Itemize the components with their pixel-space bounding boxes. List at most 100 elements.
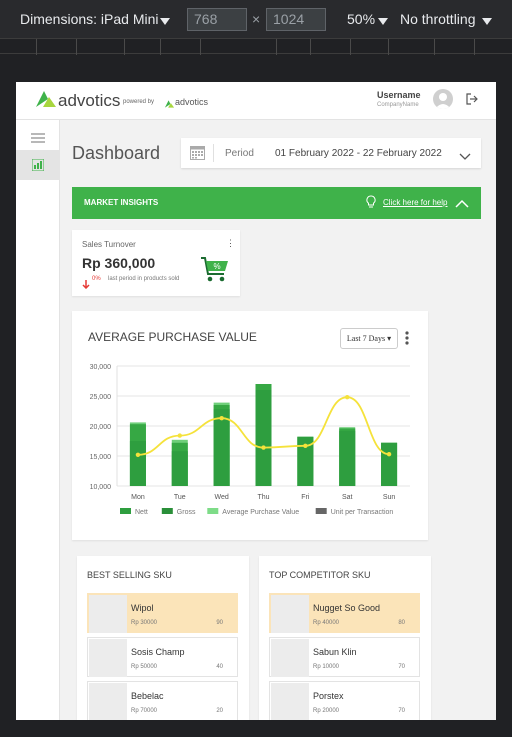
product-image	[89, 639, 127, 677]
x-tick-label: Fri	[301, 494, 310, 501]
calendar-icon	[190, 145, 205, 165]
kebab-menu-icon[interactable]: ⋮	[226, 238, 235, 249]
username: Username	[377, 90, 421, 100]
legend-label: Unit per Transaction	[331, 509, 394, 516]
sku-price: Rp 50000	[131, 664, 158, 670]
market-insights-title: MARKET INSIGHTS	[84, 198, 159, 207]
y-tick-label: 10,000	[90, 484, 112, 491]
chevron-down-icon[interactable]	[378, 13, 388, 29]
logout-icon[interactable]	[466, 92, 478, 110]
period-value: 01 February 2022 - 22 February 2022	[275, 148, 442, 159]
legend-label: Gross	[177, 509, 196, 516]
sku-row[interactable]: Bebelac Rp 70000 20	[87, 681, 238, 720]
company-name: CompanyName	[377, 102, 419, 108]
avatar[interactable]	[433, 89, 453, 109]
sku-row[interactable]: Nugget So Good Rp 40000 80	[269, 593, 420, 633]
sku-quantity: 70	[398, 664, 405, 670]
bar-nett	[171, 451, 188, 486]
height-input[interactable]: 1024	[266, 8, 326, 31]
sku-price: Rp 70000	[131, 708, 158, 714]
logo-text: advotics	[58, 91, 121, 110]
legend-swatch	[315, 508, 327, 514]
product-image	[89, 595, 127, 633]
legend-swatch	[207, 508, 219, 514]
bar-chart-icon	[32, 159, 44, 171]
sku-name: Wipol	[131, 603, 154, 613]
best-selling-title: BEST SELLING SKU	[87, 570, 172, 580]
product-image	[271, 595, 309, 633]
zoom-dropdown[interactable]: 50%	[347, 11, 375, 27]
device-viewport: advotics powered by advotics Username Co…	[16, 82, 496, 720]
chevron-up-icon[interactable]	[455, 196, 469, 214]
powered-by-name: advotics	[175, 97, 209, 107]
svg-text:%: %	[213, 262, 220, 271]
line-point	[261, 445, 266, 450]
sku-price: Rp 10000	[313, 664, 340, 670]
sku-row[interactable]: Porstex Rp 20000 70	[269, 681, 420, 720]
y-tick-label: 25,000	[90, 394, 112, 401]
shopping-cart-icon: %	[200, 256, 230, 289]
throttling-dropdown[interactable]: No throttling	[400, 11, 475, 27]
sku-row[interactable]: Sabun Klin Rp 10000 70	[269, 637, 420, 677]
powered-by-label: powered by	[123, 99, 155, 105]
bar-nett	[339, 430, 356, 486]
best-selling-sku-card: BEST SELLING SKU Wipol Rp 30000 90 Sosis Ch…	[77, 556, 249, 720]
product-image	[271, 683, 309, 720]
y-tick-label: 15,000	[90, 454, 112, 461]
sales-turnover-title: Sales Turnover	[82, 240, 136, 249]
advotics-logo-icon	[34, 89, 58, 114]
average-purchase-value-chart: 10,000 15,000 20,000 25,000 30,000 Mon Tue Wed T…	[90, 364, 410, 516]
sku-quantity: 40	[216, 664, 223, 670]
lightbulb-icon	[365, 195, 377, 214]
bar-nett	[129, 441, 146, 486]
help-link[interactable]: Click here for help	[383, 198, 447, 207]
x-tick-label: Wed	[215, 494, 229, 501]
sku-row[interactable]: Wipol Rp 30000 90	[87, 593, 238, 633]
line-point	[135, 452, 141, 457]
x-tick-label: Sat	[342, 494, 353, 501]
sku-quantity: 70	[398, 708, 405, 714]
y-tick-label: 30,000	[90, 364, 112, 371]
device-dimensions-dropdown[interactable]: Dimensions: iPad Mini	[20, 11, 159, 27]
chevron-down-icon[interactable]	[160, 13, 170, 29]
width-input[interactable]: 768	[187, 8, 247, 31]
product-image	[271, 639, 309, 677]
x-tick-label: Sun	[383, 494, 396, 501]
line-point	[177, 433, 182, 438]
market-insights-bar[interactable]: MARKET INSIGHTS Click here for help	[72, 187, 481, 219]
sku-row[interactable]: Sosis Champ Rp 50000 40	[87, 637, 238, 677]
sku-quantity: 20	[216, 708, 223, 714]
page-title: Dashboard	[72, 143, 161, 163]
kebab-menu-icon[interactable]	[405, 331, 409, 350]
sales-turnover-card: Sales Turnover ⋮ Rp 360,000 0% last peri…	[72, 230, 240, 296]
sku-name: Sabun Klin	[313, 647, 357, 657]
sku-price: Rp 40000	[313, 620, 340, 626]
arrow-down-icon	[82, 276, 90, 294]
x-tick-label: Mon	[131, 494, 145, 501]
legend-label: Nett	[135, 509, 148, 516]
range-select[interactable]: Last 7 Days ▾	[340, 328, 398, 349]
legend-label: Average Purchase Value	[222, 509, 299, 516]
line-point	[345, 395, 350, 400]
sku-quantity: 80	[398, 620, 405, 626]
device-toolbar: Dimensions: iPad Mini 768 × 1024 50% No …	[0, 0, 512, 38]
period-label: Period	[225, 148, 254, 159]
sidebar-item-dashboard[interactable]	[16, 150, 60, 180]
y-tick-label: 20,000	[90, 424, 112, 431]
times-sign: ×	[252, 11, 261, 27]
average-purchase-value-card: AVERAGE PURCHASE VALUE Last 7 Days ▾ 10,…	[72, 311, 428, 540]
chevron-down-icon[interactable]	[459, 148, 471, 166]
advotics-small-logo-icon	[164, 96, 175, 114]
sku-quantity: 90	[216, 620, 223, 626]
hamburger-menu-icon[interactable]	[31, 130, 45, 148]
sku-name: Bebelac	[131, 691, 164, 701]
x-tick-label: Thu	[257, 494, 269, 501]
x-tick-label: Tue	[174, 494, 186, 501]
sku-name: Sosis Champ	[131, 647, 185, 657]
sales-turnover-value: Rp 360,000	[82, 255, 156, 271]
chart-title: AVERAGE PURCHASE VALUE	[88, 330, 257, 344]
period-picker[interactable]: Period 01 February 2022 - 22 February 20…	[181, 138, 481, 168]
bar-nett	[213, 409, 230, 486]
chevron-down-icon[interactable]	[482, 13, 492, 29]
line-point	[386, 452, 392, 457]
